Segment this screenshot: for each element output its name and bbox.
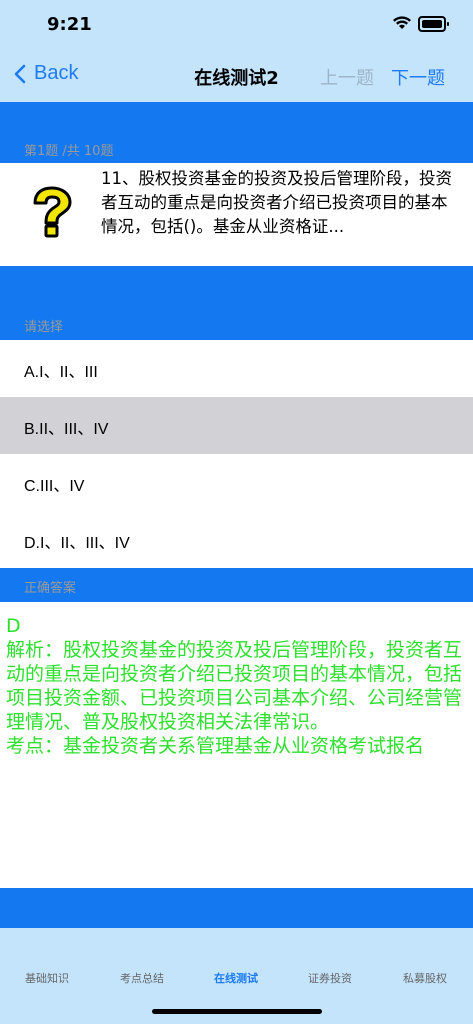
tab-basic-knowledge[interactable]: 基础知识 bbox=[7, 970, 87, 986]
options-header-label: 请选择 bbox=[24, 320, 64, 335]
battery-icon bbox=[418, 16, 449, 32]
wifi-icon bbox=[393, 16, 411, 29]
question-mark-icon bbox=[33, 186, 72, 238]
question-card: 11、股权投资基金的投资及投后管理阶段，投资者互动的重点是向投资者介绍已投资项目… bbox=[0, 163, 473, 266]
tab-online-test[interactable]: 在线测试 bbox=[196, 970, 276, 986]
option-d[interactable]: D.I、II、III、IV bbox=[0, 511, 473, 568]
home-indicator[interactable] bbox=[152, 1009, 322, 1014]
status-time: 9:21 bbox=[47, 14, 92, 35]
option-b[interactable]: B.II、III、IV bbox=[0, 397, 473, 454]
question-text: 11、股权投资基金的投资及投后管理阶段，投资者互动的重点是向投资者介绍已投资项目… bbox=[101, 169, 452, 236]
question-counter: 第1题 /共 10题 bbox=[24, 144, 114, 159]
option-c[interactable]: C.III、IV bbox=[0, 454, 473, 511]
option-a-label: A.I、II、III bbox=[24, 364, 98, 381]
answer-header-label: 正确答案 bbox=[24, 581, 77, 596]
tab-securities-investment[interactable]: 证券投资 bbox=[290, 970, 370, 986]
option-c-label: C.III、IV bbox=[24, 478, 85, 495]
answer-explanation: D 解析：股权投资基金的投资及投后管理阶段，投资者互动的重点是向投资者介绍已投资… bbox=[6, 614, 466, 758]
option-b-label: B.II、III、IV bbox=[24, 421, 109, 438]
status-bar: 9:21 bbox=[0, 0, 473, 50]
option-a[interactable]: A.I、II、III bbox=[0, 340, 473, 397]
option-d-label: D.I、II、III、IV bbox=[24, 535, 130, 552]
previous-question-button[interactable]: 上一题 bbox=[320, 64, 374, 90]
question-header: 第1题 /共 10题 bbox=[0, 102, 473, 163]
tab-private-equity[interactable]: 私募股权 bbox=[385, 970, 465, 986]
footer-band bbox=[0, 888, 473, 928]
next-question-button[interactable]: 下一题 bbox=[391, 64, 445, 90]
navigation-bar: Back 在线测试2 上一题 下一题 bbox=[0, 50, 473, 102]
answer-analysis: 解析：股权投资基金的投资及投后管理阶段，投资者互动的重点是向投资者介绍已投资项目… bbox=[6, 639, 463, 733]
tab-key-points[interactable]: 考点总结 bbox=[102, 970, 182, 986]
answer-letter: D bbox=[6, 615, 21, 637]
options-header: 请选择 bbox=[0, 266, 473, 340]
answer-header: 正确答案 bbox=[0, 568, 473, 602]
answer-exam-point: 考点：基金投资者关系管理基金从业资格考试报名 bbox=[6, 735, 425, 757]
